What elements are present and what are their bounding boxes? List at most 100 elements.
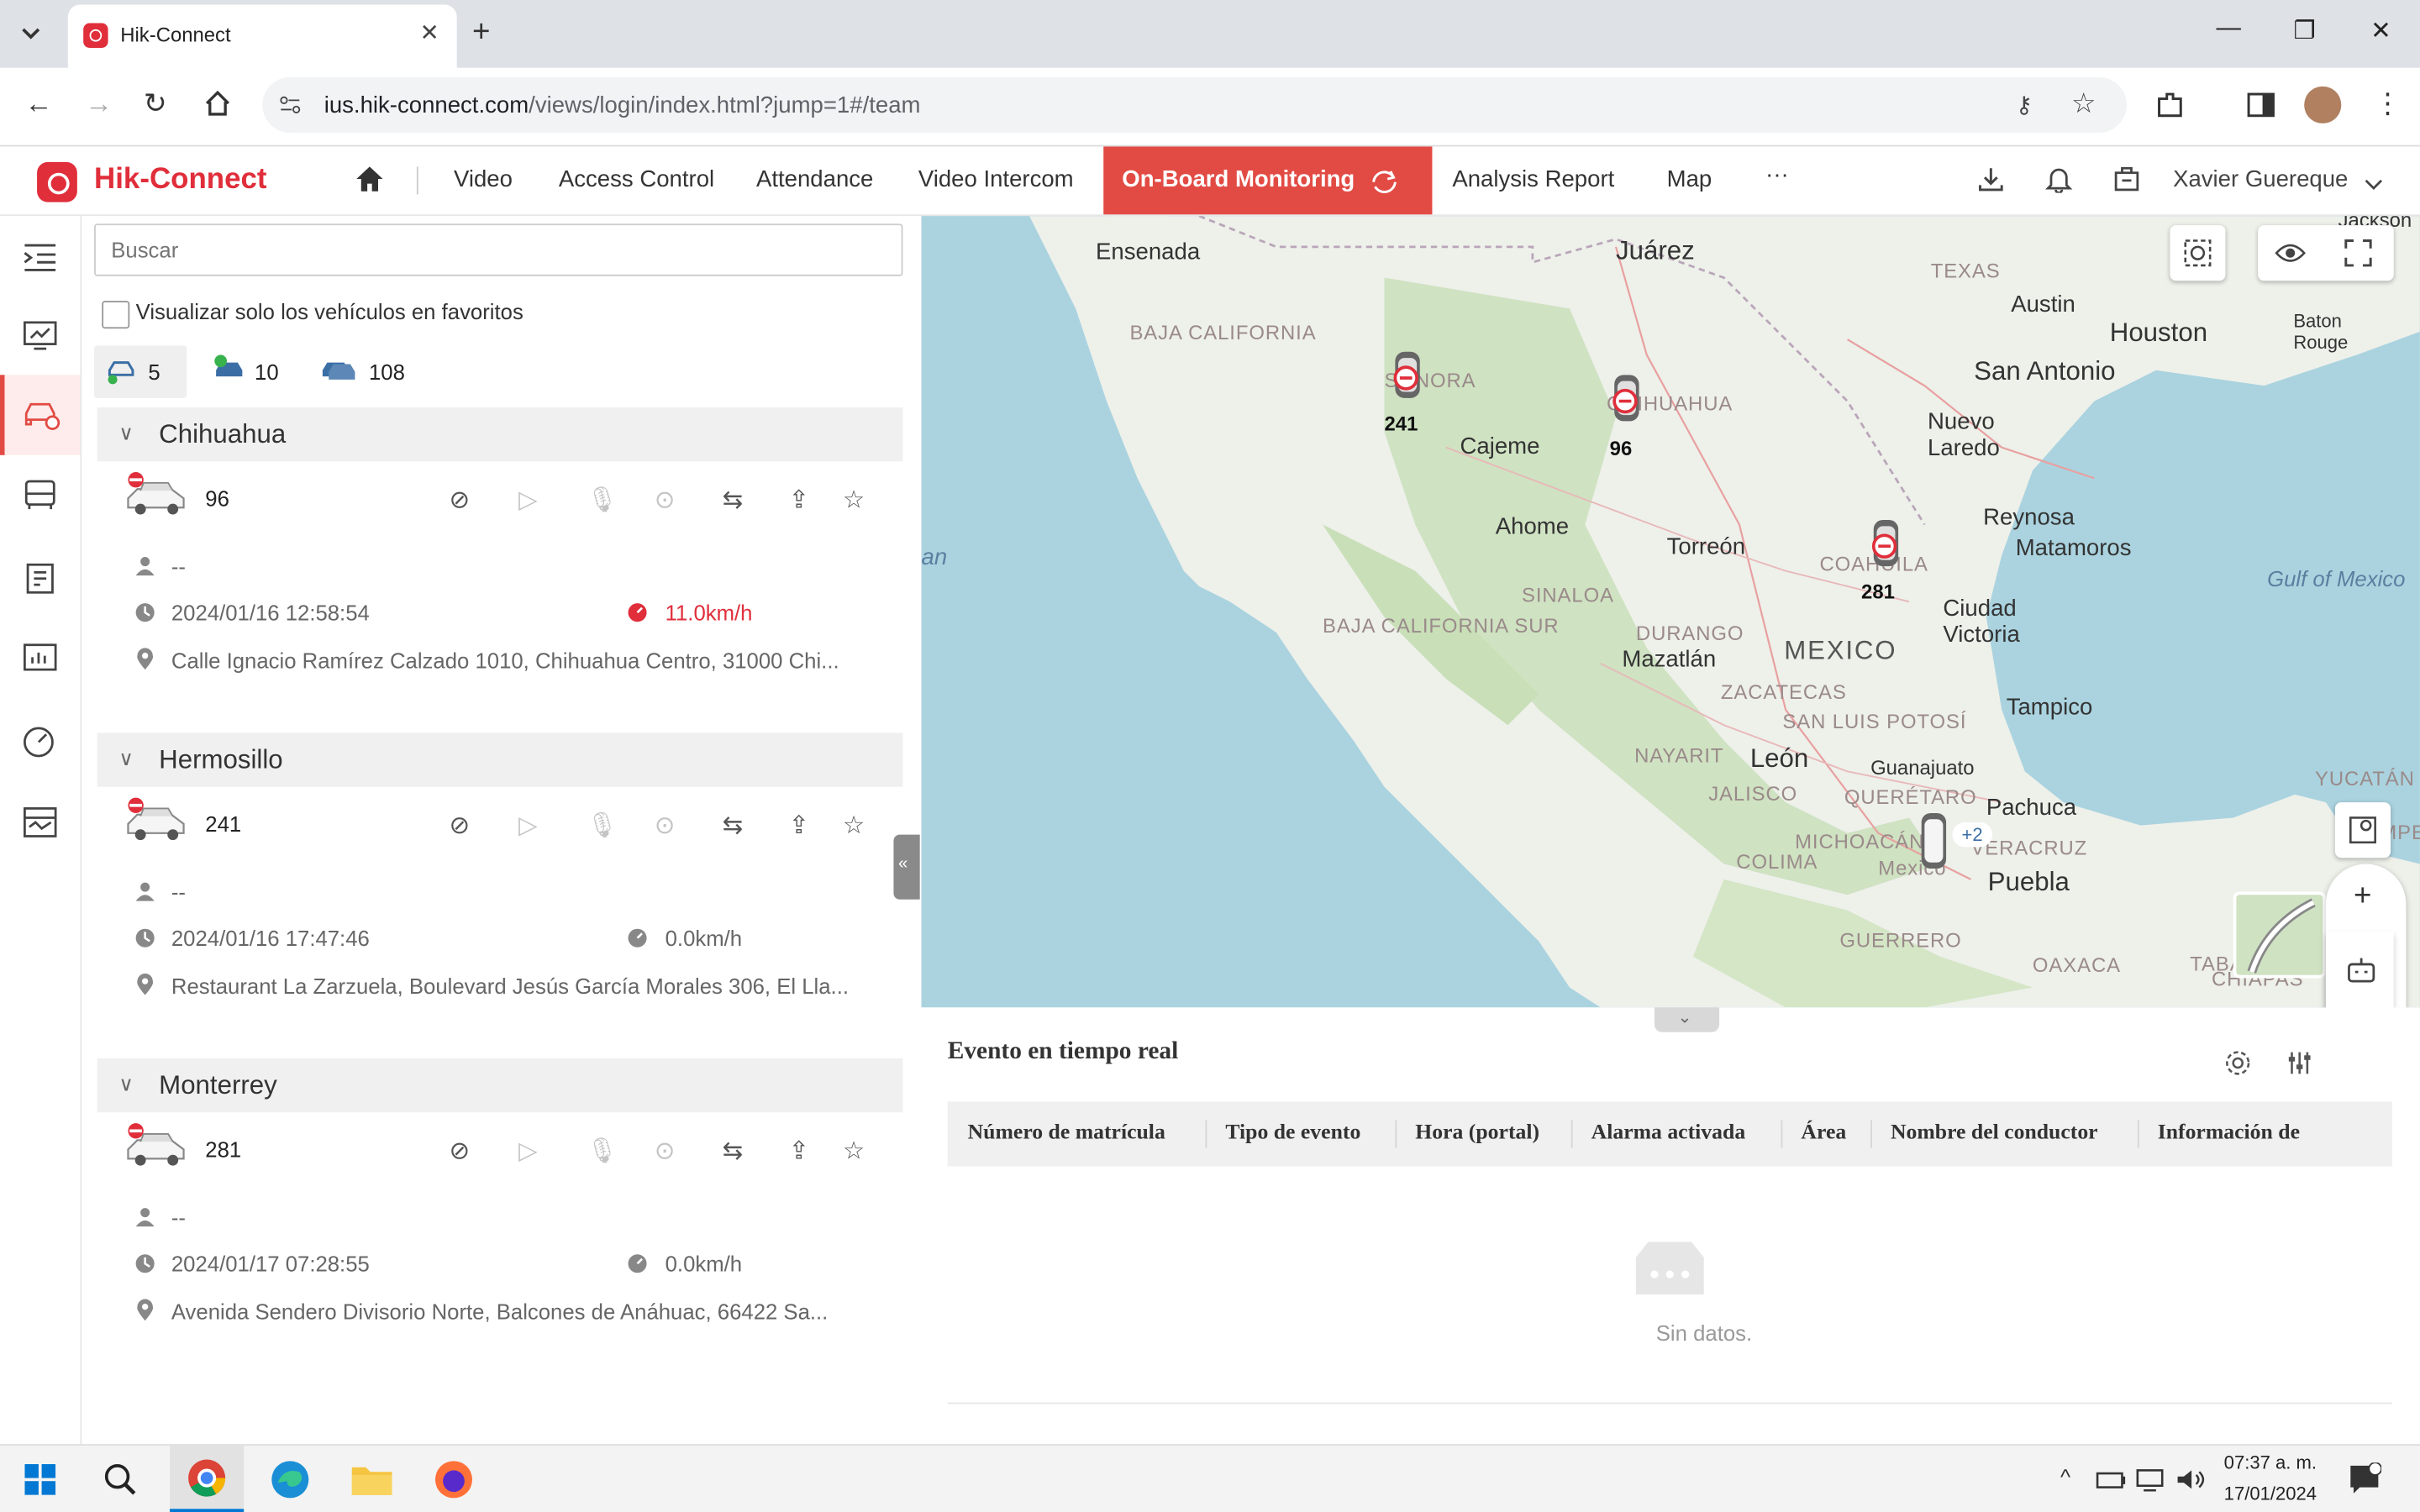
vehicle-marker[interactable]: 281 — [1861, 517, 1909, 603]
dashboard-gauge-icon[interactable] — [22, 725, 59, 758]
forward-icon[interactable]: → — [85, 88, 113, 121]
vehicle-marker[interactable]: 96 — [1603, 372, 1649, 459]
extensions-icon[interactable] — [2154, 90, 2186, 129]
tab-search-dropdown[interactable] — [9, 13, 52, 55]
new-tab-button[interactable]: + — [472, 15, 490, 50]
site-info-icon[interactable] — [278, 92, 302, 125]
group-header[interactable]: ∨ Chihuahua — [97, 407, 903, 462]
vehicle-marker[interactable]: 241 — [1385, 349, 1431, 435]
vehicle-card[interactable]: 281 ⊘ ▷ 🎙 ⊙ ⇆ ⇪ ☆ -- 2024/01/17 07:28:55 0.0km… — [97, 1112, 903, 1383]
statistics-icon[interactable] — [22, 642, 59, 673]
column-plate-number[interactable]: Número de matrícula — [968, 1121, 1165, 1146]
column-information[interactable]: Información de — [2158, 1121, 2328, 1146]
user-menu[interactable]: Xavier Guereque — [2173, 166, 2348, 192]
favorite-star-icon[interactable]: ☆ — [843, 1136, 865, 1167]
nav-attendance[interactable]: Attendance — [756, 166, 873, 192]
chevron-down-icon[interactable]: ∨ — [118, 421, 133, 445]
collapse-events-handle[interactable]: ⌄ — [1654, 1007, 1720, 1032]
tray-chevron-up-icon[interactable]: ^ — [2060, 1464, 2070, 1488]
audio-icon[interactable]: 🎙 — [587, 1136, 618, 1167]
playback-icon[interactable]: ▷ — [518, 485, 538, 516]
route-track-icon[interactable]: ⇆ — [723, 485, 744, 516]
task-center-icon[interactable] — [2112, 165, 2140, 201]
map-settings-icon[interactable] — [22, 806, 59, 837]
rail-vehicles-active[interactable] — [0, 375, 81, 455]
gps-off-icon[interactable]: ⊘ — [449, 485, 470, 516]
download-icon[interactable] — [1977, 165, 2005, 201]
alarm-export-icon[interactable]: ⇪ — [789, 1136, 810, 1167]
zoom-in-icon[interactable]: + — [2354, 879, 2371, 915]
column-area[interactable]: Área — [1801, 1121, 1846, 1146]
nav-map[interactable]: Map — [1667, 166, 1712, 192]
filter-online[interactable]: 5 — [94, 345, 187, 398]
nav-video[interactable]: Video — [454, 166, 513, 192]
vehicle-card[interactable]: 241 ⊘ ▷ 🎙 ⊙ ⇆ ⇪ ☆ -- 2024/01/16 17:47:46 0.0km… — [97, 787, 903, 1058]
reload-icon[interactable]: ↻ — [144, 88, 167, 121]
map-thumbnail-switch[interactable] — [2233, 891, 2326, 979]
minimize-icon[interactable]: — — [2217, 15, 2241, 43]
column-alarm[interactable]: Alarma activada — [1591, 1121, 1746, 1146]
favorite-star-icon[interactable]: ☆ — [843, 485, 865, 516]
notification-center-icon[interactable] — [2348, 1462, 2382, 1496]
windows-start-icon[interactable] — [24, 1464, 56, 1495]
window-close-icon[interactable]: ✕ — [2370, 15, 2391, 46]
menu-kebab-icon[interactable]: ⋮ — [2374, 88, 2402, 121]
filter-sliders-icon[interactable] — [2286, 1049, 2313, 1077]
collapse-menu-icon[interactable] — [22, 242, 59, 273]
address-bar[interactable]: ius.hik-connect.com/views/login/index.ht… — [262, 76, 2127, 133]
map-select-area-button[interactable] — [2170, 225, 2226, 281]
collapse-panel-handle[interactable]: « — [893, 834, 920, 900]
refresh-icon[interactable] — [1369, 168, 1400, 203]
alarm-export-icon[interactable]: ⇪ — [789, 485, 810, 516]
bell-icon[interactable] — [2044, 165, 2073, 201]
bus-icon[interactable] — [22, 478, 59, 510]
side-panel-icon[interactable] — [2247, 91, 2275, 126]
edge-icon[interactable] — [269, 1458, 312, 1501]
audio-icon[interactable]: 🎙 — [587, 485, 618, 516]
group-header[interactable]: ∨ Monterrey — [97, 1058, 903, 1113]
restore-icon[interactable]: ❐ — [2293, 15, 2315, 46]
playback-icon[interactable]: ▷ — [518, 810, 538, 841]
home-nav-icon[interactable] — [355, 165, 384, 201]
chrome-taskbar-button[interactable] — [170, 1445, 245, 1512]
browser-tab[interactable]: Hik-Connect ✕ — [67, 4, 457, 68]
eye-icon[interactable] — [2275, 241, 2306, 265]
group-header[interactable]: ∨ Hermosillo — [97, 732, 903, 787]
gps-off-icon[interactable]: ⊘ — [449, 810, 470, 841]
network-icon[interactable] — [2134, 1466, 2165, 1494]
vehicle-card[interactable]: 96 ⊘ ▷ 🎙 ⊙ ⇆ ⇪ ☆ -- 2024/01/16 12:58:54 11.0km… — [97, 461, 903, 732]
map-view[interactable]: Ensenada Juárez Austin Houston San Anton… — [921, 216, 2420, 1008]
column-time[interactable]: Hora (portal) — [1415, 1121, 1539, 1146]
clock-date[interactable]: 17/01/2024 — [2224, 1483, 2317, 1504]
favorite-star-icon[interactable]: ☆ — [843, 810, 865, 841]
chevron-down-icon[interactable]: ∨ — [118, 747, 133, 771]
home-icon[interactable] — [203, 90, 231, 125]
vehicle-cluster-marker[interactable]: +2 — [1915, 810, 2007, 871]
back-icon[interactable]: ← — [24, 88, 52, 121]
nav-on-board-monitoring[interactable]: On-Board Monitoring — [1103, 146, 1433, 215]
user-chevron-icon[interactable] — [2365, 171, 2383, 199]
profile-avatar[interactable] — [2304, 86, 2342, 123]
map-layer-button[interactable] — [2334, 802, 2391, 858]
chevron-down-icon[interactable]: ∨ — [118, 1073, 133, 1097]
file-explorer-icon[interactable] — [350, 1461, 393, 1498]
robot-icon[interactable] — [2344, 953, 2378, 987]
column-driver-name[interactable]: Nombre del conductor — [1891, 1121, 2098, 1146]
column-event-type[interactable]: Tipo de evento — [1225, 1121, 1360, 1146]
locate-icon[interactable]: ⊙ — [655, 485, 676, 516]
nav-more[interactable]: ··· — [1765, 162, 1789, 188]
audio-icon[interactable]: 🎙 — [587, 810, 618, 841]
nav-access-control[interactable]: Access Control — [559, 166, 714, 192]
playback-icon[interactable]: ▷ — [518, 1136, 538, 1167]
volume-icon[interactable] — [2175, 1466, 2208, 1494]
settings-gear-icon[interactable] — [2224, 1049, 2252, 1077]
locate-icon[interactable]: ⊙ — [655, 810, 676, 841]
search-icon[interactable] — [102, 1461, 139, 1498]
filter-total[interactable]: 108 — [318, 345, 426, 397]
gps-off-icon[interactable]: ⊘ — [449, 1136, 470, 1167]
bookmark-star-icon[interactable]: ☆ — [2071, 88, 2096, 121]
favorites-checkbox[interactable] — [102, 301, 130, 329]
firefox-icon[interactable] — [432, 1458, 475, 1501]
route-track-icon[interactable]: ⇆ — [723, 1136, 744, 1167]
alarm-export-icon[interactable]: ⇪ — [789, 810, 810, 841]
